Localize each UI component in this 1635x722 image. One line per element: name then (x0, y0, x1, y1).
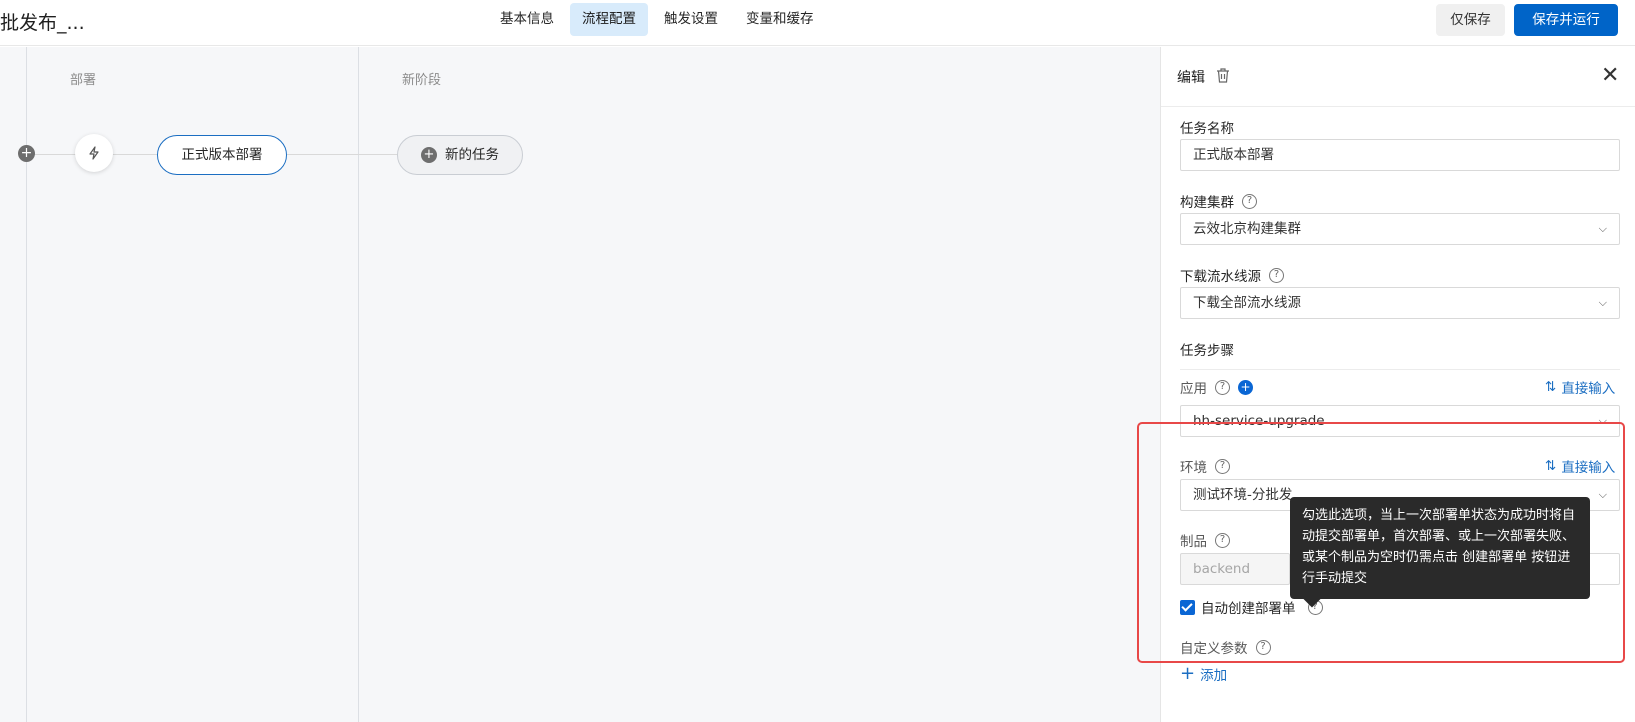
swap-icon: ⇅ (1545, 379, 1557, 395)
page-title: 批发布_... (0, 12, 85, 34)
artifact-value: backend (1193, 561, 1251, 577)
add-param-button[interactable]: + 添加 (1180, 663, 1227, 684)
app-direct-input-link[interactable]: ⇅ 直接输入 (1545, 377, 1615, 397)
connector-line (287, 154, 397, 155)
checkbox-checked-icon[interactable] (1180, 599, 1195, 615)
chevron-down-icon: ⌵ (1598, 488, 1607, 501)
steps-label-text: 任务步骤 (1180, 343, 1234, 359)
env-label-text: 环境 (1180, 460, 1207, 476)
auto-create-checkbox[interactable]: 自动创建部署单 ? (1180, 597, 1323, 617)
task-name-value: 正式版本部署 (1193, 147, 1274, 163)
edit-panel: 编辑 ✕ 任务名称 正式版本部署 构建集群 ? 云效北京构建集群 ⌵ 下载流水线… (1160, 47, 1635, 722)
help-icon[interactable]: ? (1215, 458, 1230, 474)
panel-title: 编辑 (1177, 70, 1205, 86)
chevron-down-icon: ⌵ (1598, 296, 1607, 309)
cluster-label: 构建集群 ? (1180, 191, 1257, 211)
task-node-release-deploy[interactable]: 正式版本部署 (157, 135, 287, 175)
auto-create-tooltip: 勾选此选项，当上一次部署单状态为成功时将自动提交部署单，首次部署、或上一次部署失… (1290, 497, 1590, 599)
app-label-text: 应用 (1180, 381, 1207, 397)
stage-label-new: 新阶段 (402, 73, 442, 88)
artifact-name-field[interactable]: backend (1180, 553, 1290, 585)
new-task-label: 新的任务 (445, 147, 499, 163)
chevron-down-icon: ⌵ (1598, 222, 1607, 235)
pipeline-canvas: 部署 新阶段 + 正式版本部署 + 新的任务 (0, 47, 1160, 722)
task-name-input[interactable]: 正式版本部署 (1180, 139, 1620, 171)
lightning-icon (89, 146, 99, 160)
app-select[interactable]: hh-service-upgrade ⌵ (1180, 405, 1620, 437)
cluster-select[interactable]: 云效北京构建集群 ⌵ (1180, 213, 1620, 245)
help-icon[interactable]: ? (1215, 379, 1230, 395)
task-name-label: 任务名称 (1180, 117, 1234, 137)
env-value: 测试环境-分批发 (1193, 487, 1293, 503)
cluster-label-text: 构建集群 (1180, 195, 1234, 211)
help-icon[interactable]: ? (1255, 639, 1271, 655)
steps-label: 任务步骤 (1180, 339, 1234, 359)
save-and-run-button[interactable]: 保存并运行 (1514, 4, 1618, 36)
direct-input-text: 直接输入 (1561, 381, 1616, 397)
plus-icon: + (1180, 663, 1196, 684)
auto-create-label-text: 自动创建部署单 (1201, 601, 1296, 617)
trash-icon[interactable] (1216, 68, 1230, 83)
panel-header: 编辑 ✕ (1161, 47, 1635, 107)
divider (1180, 369, 1620, 370)
trigger-node[interactable] (75, 134, 113, 172)
chevron-down-icon: ⌵ (1598, 414, 1607, 427)
artifact-label: 制品 ? (1180, 530, 1230, 550)
tab-flow-config[interactable]: 流程配置 (570, 3, 648, 36)
help-icon[interactable]: ? (1269, 267, 1284, 283)
app-label: 应用 ? + (1180, 377, 1253, 397)
tab-variables-cache[interactable]: 变量和缓存 (734, 3, 826, 36)
custom-params-label: 自定义参数 ? (1180, 637, 1271, 657)
new-task-button[interactable]: + 新的任务 (397, 135, 523, 175)
cluster-value: 云效北京构建集群 (1193, 221, 1301, 237)
swap-icon: ⇅ (1545, 458, 1557, 474)
app-value: hh-service-upgrade (1193, 413, 1325, 429)
task-name-label-text: 任务名称 (1180, 121, 1234, 137)
close-icon[interactable]: ✕ (1601, 65, 1619, 87)
source-label-text: 下载流水线源 (1180, 269, 1261, 285)
custom-params-label-text: 自定义参数 (1180, 641, 1248, 657)
tab-bar: 基本信息 流程配置 触发设置 变量和缓存 (488, 3, 826, 36)
env-direct-input-link[interactable]: ⇅ 直接输入 (1545, 456, 1615, 476)
tab-trigger-settings[interactable]: 触发设置 (652, 3, 730, 36)
help-icon[interactable]: ? (1242, 193, 1257, 209)
add-label-text: 添加 (1200, 667, 1228, 684)
direct-input-text: 直接输入 (1561, 460, 1616, 476)
connector-line (113, 154, 157, 155)
env-label: 环境 ? (1180, 456, 1230, 476)
add-stage-icon[interactable]: + (18, 145, 35, 162)
add-app-icon[interactable]: + (1238, 379, 1253, 395)
top-bar: 批发布_... 基本信息 流程配置 触发设置 变量和缓存 仅保存 保存并运行 (0, 0, 1635, 46)
source-value: 下载全部流水线源 (1193, 295, 1301, 311)
help-icon[interactable]: ? (1215, 532, 1230, 548)
source-select[interactable]: 下载全部流水线源 ⌵ (1180, 287, 1620, 319)
save-only-button[interactable]: 仅保存 (1436, 4, 1505, 36)
stage-label-deploy: 部署 (70, 73, 97, 88)
stage-divider (358, 47, 359, 722)
source-label: 下载流水线源 ? (1180, 265, 1284, 285)
tab-basic-info[interactable]: 基本信息 (488, 3, 566, 36)
artifact-label-text: 制品 (1180, 534, 1207, 550)
plus-icon: + (421, 147, 437, 163)
